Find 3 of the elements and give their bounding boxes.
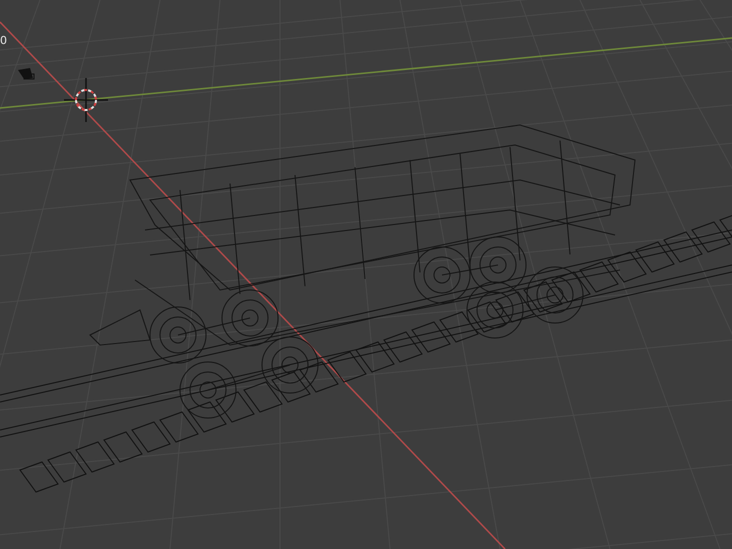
- 3d-cursor-icon[interactable]: [64, 78, 108, 122]
- frame-label: 0: [0, 34, 7, 47]
- 3d-viewport[interactable]: 0: [0, 0, 732, 549]
